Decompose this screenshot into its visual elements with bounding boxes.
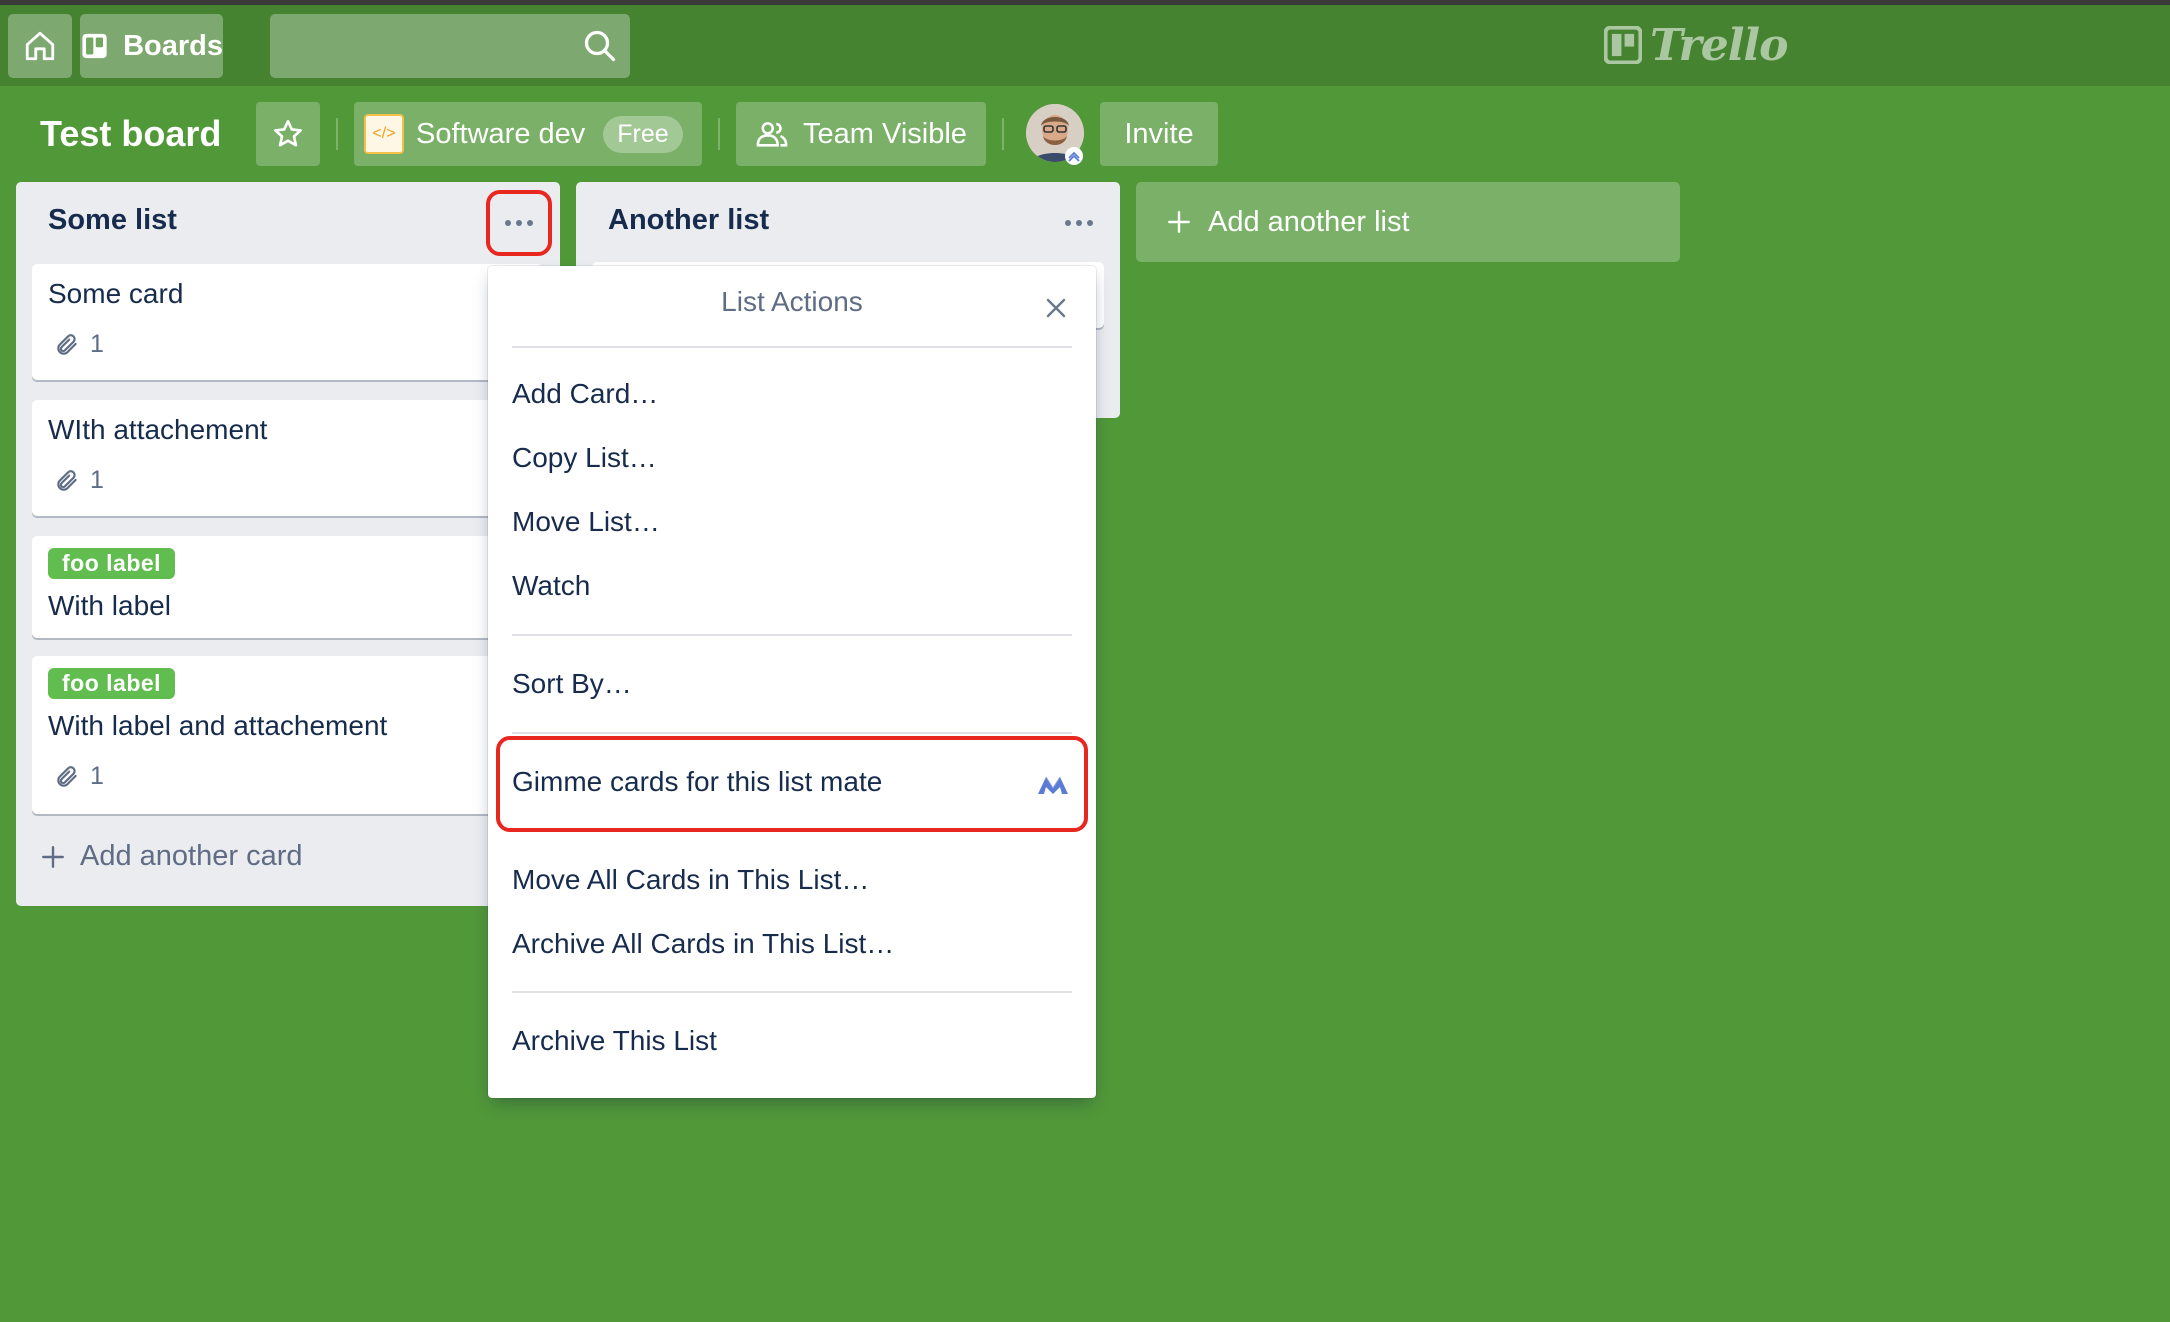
team-visibility-icon	[756, 122, 788, 147]
more-icon	[1065, 220, 1093, 226]
add-list-label: Add another list	[1208, 205, 1410, 238]
search-input[interactable]	[270, 14, 630, 78]
menu-item-watch[interactable]: Watch	[512, 557, 1072, 615]
trello-logo-icon	[1604, 26, 1642, 64]
visibility-button[interactable]: Team Visible	[736, 102, 986, 166]
list-title[interactable]: Some list	[48, 204, 177, 237]
divider	[512, 991, 1072, 993]
menu-item-gimme-cards[interactable]: Gimme cards for this list mate	[512, 753, 1072, 811]
card-label: foo label	[48, 668, 176, 699]
extension-logo-icon	[1038, 776, 1068, 794]
card-title: With label	[48, 590, 171, 621]
popover-title: List Actions	[721, 286, 863, 317]
divider	[512, 346, 1072, 348]
home-button[interactable]	[8, 14, 72, 78]
paperclip-icon	[57, 765, 77, 787]
plus-icon	[42, 845, 64, 868]
attachment-count: 1	[90, 762, 104, 790]
star-board-button[interactable]	[256, 102, 320, 166]
trello-logo[interactable]: Trello	[1604, 19, 1788, 71]
team-logo-icon: </>	[364, 114, 404, 154]
menu-item-sort-by[interactable]: Sort By…	[512, 655, 1072, 713]
card-title: With label and attachement	[48, 710, 388, 741]
add-list-button[interactable]: Add another list	[1136, 182, 1680, 262]
menu-item-archive-list[interactable]: Archive This List	[512, 1012, 1072, 1070]
divider	[512, 732, 1072, 734]
team-button[interactable]: </> Software dev Free	[354, 102, 702, 166]
add-card-button[interactable]: Add another card	[40, 840, 302, 873]
paperclip-icon	[57, 469, 77, 491]
list-title[interactable]: Another list	[608, 204, 769, 237]
list-menu-button[interactable]	[1046, 190, 1112, 256]
attachment-badge: 1	[54, 330, 104, 359]
attachment-count: 1	[90, 330, 104, 358]
menu-item-move-list[interactable]: Move List…	[512, 493, 1072, 551]
team-plan-badge: Free	[603, 115, 683, 153]
card[interactable]: Some card 1	[32, 264, 542, 380]
more-icon	[505, 220, 533, 226]
boards-icon	[82, 33, 107, 59]
list-actions-popover: List Actions Add Card… Copy List… Move L…	[488, 266, 1096, 1098]
trello-logo-text: Trello	[1650, 19, 1788, 71]
card[interactable]: foo label With label	[32, 536, 542, 638]
header-separator	[718, 118, 720, 150]
attachment-badge: 1	[54, 762, 104, 791]
header-separator	[1002, 118, 1004, 150]
team-name: Software dev	[416, 117, 586, 150]
boards-label: Boards	[123, 29, 223, 62]
card[interactable]: WIth attachement 1	[32, 400, 542, 516]
card-title: WIth attachement	[48, 414, 268, 445]
admin-badge-icon	[1065, 147, 1083, 165]
menu-item-add-card[interactable]: Add Card…	[512, 365, 1072, 423]
menu-item-copy-list[interactable]: Copy List…	[512, 429, 1072, 487]
menu-item-move-all-cards[interactable]: Move All Cards in This List…	[512, 851, 1072, 909]
card-title: Some card	[48, 278, 184, 309]
close-icon	[1046, 298, 1066, 318]
plus-icon	[1168, 211, 1190, 233]
add-card-label: Add another card	[80, 840, 303, 872]
home-icon	[25, 31, 55, 61]
boards-button[interactable]: Boards	[80, 14, 223, 78]
divider	[512, 634, 1072, 636]
visibility-label: Team Visible	[803, 117, 967, 150]
close-button[interactable]	[1036, 288, 1076, 328]
board-title[interactable]: Test board	[40, 110, 221, 158]
list-menu-button[interactable]	[486, 190, 552, 256]
star-icon	[274, 120, 302, 147]
menu-item-archive-all-cards[interactable]: Archive All Cards in This List…	[512, 915, 1072, 973]
invite-button[interactable]: Invite	[1100, 102, 1218, 166]
card-label: foo label	[48, 548, 176, 579]
search-icon	[584, 30, 616, 62]
paperclip-icon	[57, 333, 77, 355]
header-separator	[336, 118, 338, 150]
card[interactable]: foo label With label and attachement 1	[32, 656, 542, 814]
attachment-count: 1	[90, 466, 104, 494]
attachment-badge: 1	[54, 466, 104, 495]
